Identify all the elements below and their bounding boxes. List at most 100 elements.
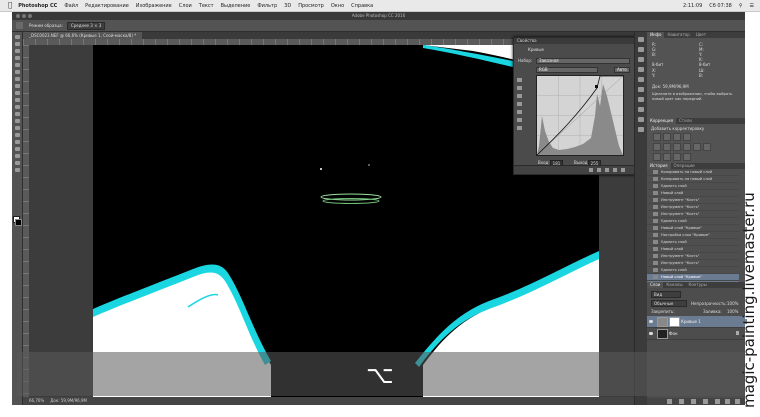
- history-item[interactable]: Копировать на новый слой: [647, 176, 739, 183]
- eye-icon[interactable]: [649, 320, 653, 323]
- tab-styles[interactable]: Стили: [676, 118, 695, 124]
- fx-icon[interactable]: [679, 399, 684, 404]
- libraries-icon[interactable]: [638, 117, 644, 122]
- type-tool-icon[interactable]: [14, 140, 20, 144]
- history-item[interactable]: Инструмент "Кисть": [647, 211, 739, 218]
- eyedropper-icon[interactable]: [16, 22, 23, 29]
- hand-tool-icon[interactable]: [14, 161, 20, 165]
- apple-icon[interactable]: : [8, 0, 12, 11]
- link-icon[interactable]: [667, 399, 672, 404]
- healing-tool-icon[interactable]: [14, 77, 20, 81]
- color-balance-icon[interactable]: [673, 143, 681, 151]
- minimize-window-button[interactable]: [22, 14, 26, 18]
- gray-point-eyedropper-icon[interactable]: [517, 94, 522, 98]
- marquee-tool-icon[interactable]: [14, 42, 20, 46]
- tab-paths[interactable]: Контуры: [685, 282, 709, 288]
- on-image-adjust-icon[interactable]: [517, 78, 522, 82]
- channel-dropdown[interactable]: RGB: [536, 67, 598, 73]
- blend-mode-select[interactable]: Обычные: [651, 300, 687, 307]
- black-point-eyedropper-icon[interactable]: [517, 86, 522, 90]
- history-item[interactable]: Копировать на новый слой: [647, 169, 739, 176]
- reset-icon[interactable]: [605, 168, 609, 172]
- history-item[interactable]: Инструмент "Кисть": [647, 260, 739, 267]
- history-brush-tool-icon[interactable]: [14, 98, 20, 102]
- menu-type[interactable]: Текст: [199, 3, 214, 9]
- view-previous-icon[interactable]: [597, 168, 601, 172]
- pen-tool-icon[interactable]: [14, 133, 20, 137]
- swatches-icon[interactable]: [638, 77, 644, 82]
- history-item[interactable]: Новый слой: [647, 246, 739, 253]
- character-icon[interactable]: [638, 57, 644, 62]
- eyedropper-tool-icon[interactable]: [14, 70, 20, 74]
- eraser-tool-icon[interactable]: [14, 105, 20, 109]
- tab-info[interactable]: Инфо: [647, 32, 665, 38]
- vibrance-icon[interactable]: [653, 143, 661, 151]
- layer-mask-thumb[interactable]: [669, 317, 680, 327]
- tab-adjustments[interactable]: Коррекция: [647, 118, 676, 124]
- menu-filter[interactable]: Фильтр: [257, 3, 277, 9]
- menu-image[interactable]: Изображение: [136, 3, 172, 9]
- brush-panel-icon[interactable]: [638, 47, 644, 52]
- trash-icon[interactable]: [621, 168, 625, 172]
- zoom-window-button[interactable]: [28, 14, 32, 18]
- tab-navigator[interactable]: Навигатор: [664, 32, 692, 38]
- sample-mode-select[interactable]: Среднее 3 × 3: [66, 21, 106, 30]
- curves-adj-icon[interactable]: [673, 133, 681, 141]
- brightness-icon[interactable]: [653, 133, 661, 141]
- styles-icon[interactable]: [638, 97, 644, 102]
- history-item[interactable]: Новый слой: [647, 190, 739, 197]
- document-size[interactable]: Док: 59,9M/96,9M: [50, 397, 87, 405]
- curves-graph[interactable]: [536, 75, 624, 156]
- hue-sat-icon[interactable]: [663, 143, 671, 151]
- menu-edit[interactable]: Редактирование: [85, 3, 129, 9]
- gradient-map-icon[interactable]: [683, 153, 691, 161]
- history-item-selected[interactable]: Новый слой "Кривые": [647, 274, 739, 281]
- background-color-swatch[interactable]: [15, 219, 22, 226]
- threshold-icon[interactable]: [673, 153, 681, 161]
- history-item[interactable]: Новый слой "Кривые": [647, 225, 739, 232]
- menu-select[interactable]: Выделение: [221, 3, 251, 9]
- layer-row-curves[interactable]: Кривые 1: [647, 316, 745, 328]
- levels-icon[interactable]: [663, 133, 671, 141]
- history-item[interactable]: Удалить слой: [647, 267, 739, 274]
- layer-kind-filter[interactable]: Вид: [651, 291, 681, 298]
- crop-tool-icon[interactable]: [14, 63, 20, 67]
- dodge-tool-icon[interactable]: [14, 126, 20, 130]
- zoom-tool-icon[interactable]: [14, 168, 20, 172]
- gradient-tool-icon[interactable]: [14, 112, 20, 116]
- clock[interactable]: Сб 07:38: [709, 3, 732, 9]
- menu-file[interactable]: Файл: [64, 3, 78, 9]
- menu-layers[interactable]: Слои: [179, 3, 192, 9]
- history-item[interactable]: Настройка слоя "Кривые": [647, 232, 739, 239]
- edit-points-icon[interactable]: [517, 110, 522, 114]
- pencil-draw-icon[interactable]: [517, 118, 522, 122]
- tab-layers[interactable]: Слои: [647, 282, 664, 288]
- posterize-icon[interactable]: [663, 153, 671, 161]
- history-icon[interactable]: [638, 127, 644, 132]
- history-item[interactable]: Инструмент "Кисть": [647, 204, 739, 211]
- visibility-icon[interactable]: [613, 168, 617, 172]
- new-group-icon[interactable]: [715, 399, 720, 404]
- menu-window[interactable]: Окно: [331, 3, 344, 9]
- menu-view[interactable]: Просмотр: [298, 3, 324, 9]
- opacity-value[interactable]: 100%: [727, 301, 738, 306]
- shape-tool-icon[interactable]: [14, 154, 20, 158]
- tab-channels[interactable]: Каналы: [663, 282, 685, 288]
- history-item[interactable]: Удалить слой: [647, 183, 739, 190]
- brush-tool-icon[interactable]: [14, 84, 20, 88]
- zoom-level[interactable]: 66,76%: [29, 397, 44, 405]
- channel-mixer-icon[interactable]: [703, 143, 711, 151]
- menu-app[interactable]: Photoshop CC: [18, 3, 57, 9]
- bw-icon[interactable]: [683, 143, 691, 151]
- fill-value[interactable]: 100%: [727, 309, 738, 314]
- quick-select-tool-icon[interactable]: [14, 56, 20, 60]
- auto-button[interactable]: Авто: [614, 67, 630, 73]
- layer-comps-icon[interactable]: [638, 37, 644, 42]
- photo-filter-icon[interactable]: [693, 143, 701, 151]
- exposure-icon[interactable]: [683, 133, 691, 141]
- menu-3d[interactable]: 3D: [284, 3, 291, 9]
- close-window-button[interactable]: [16, 14, 20, 18]
- history-item[interactable]: Инструмент "Кисть": [647, 197, 739, 204]
- properties-icon[interactable]: [638, 107, 644, 112]
- layer-row-background[interactable]: Фон: [647, 328, 745, 340]
